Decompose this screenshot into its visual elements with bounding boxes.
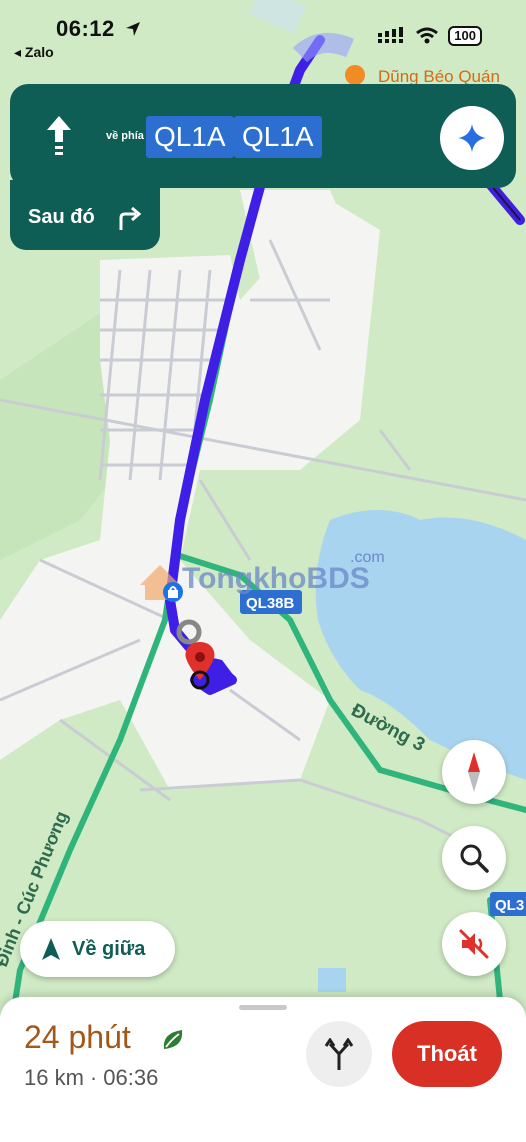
- fork-route-icon: [324, 1038, 354, 1070]
- mute-button[interactable]: [442, 912, 506, 976]
- trip-arrival-time: 06:36: [103, 1065, 159, 1090]
- trip-details: 16 km · 06:36: [24, 1065, 158, 1091]
- sparkle-icon: [458, 124, 486, 152]
- speaker-muted-icon: [459, 929, 489, 959]
- location-arrow-icon: [126, 22, 140, 36]
- road-badge-ql3: QL3: [495, 897, 524, 914]
- trip-summary-sheet[interactable]: 24 phút 16 km · 06:36 Thoát: [0, 997, 526, 1142]
- wifi-icon: [416, 27, 439, 44]
- clock: 06:12: [56, 16, 115, 41]
- lock-pin-icon: [163, 582, 183, 602]
- navigation-arrow-icon: [42, 938, 60, 960]
- road-badge-ql38b: QL38B: [246, 595, 295, 612]
- search-icon: [460, 844, 489, 873]
- status-bar: 06:12 ◂ Zalo 100: [0, 0, 526, 70]
- search-button[interactable]: [442, 826, 506, 890]
- straight-arrow-icon: [47, 116, 71, 155]
- road-chip-1: QL1A: [146, 116, 234, 158]
- then-banner[interactable]: Sau đó: [10, 180, 160, 250]
- trip-separator: ·: [89, 1065, 98, 1090]
- recenter-button[interactable]: Về giữa: [20, 921, 175, 977]
- road-chip-2: QL1A: [234, 116, 322, 158]
- eco-leaf-icon: [163, 1030, 183, 1049]
- watermark-main: TongkhoBDS: [182, 562, 370, 595]
- compass-icon: [468, 752, 480, 792]
- compass-button[interactable]: [442, 740, 506, 804]
- toward-label: về phía: [106, 130, 144, 142]
- then-label: Sau đó: [28, 206, 95, 228]
- direction-banner[interactable]: về phía QL1A QL1A: [10, 84, 516, 188]
- exit-navigation-button[interactable]: Thoát: [392, 1021, 502, 1087]
- back-to-app-link[interactable]: ◂ Zalo: [14, 44, 54, 61]
- recenter-label: Về giữa: [72, 937, 146, 960]
- battery-indicator: 100: [448, 26, 482, 46]
- sheet-handle[interactable]: [239, 1005, 287, 1010]
- gemini-assistant-button[interactable]: [440, 106, 504, 170]
- cellular-signal-icon: [378, 27, 404, 43]
- alternate-routes-button[interactable]: [306, 1021, 372, 1087]
- trip-duration: 24 phút: [24, 1019, 131, 1055]
- trip-distance: 16 km: [24, 1065, 84, 1090]
- turn-right-icon: [119, 206, 142, 230]
